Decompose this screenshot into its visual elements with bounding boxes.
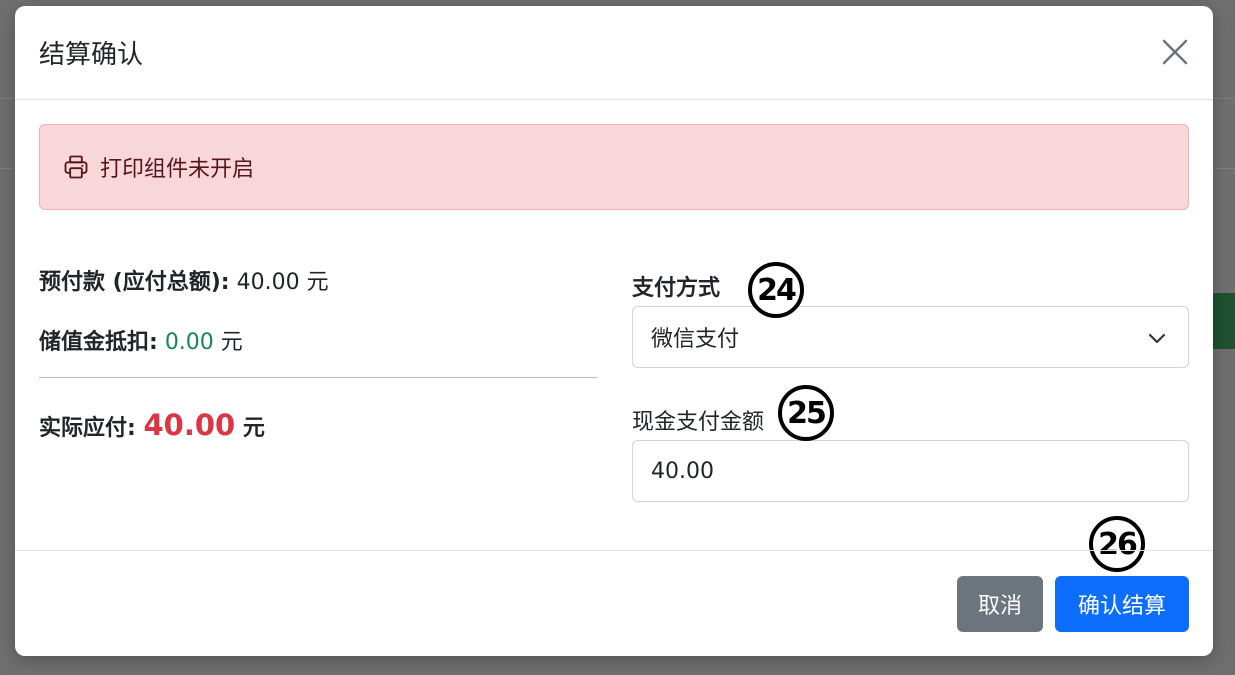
confirm-settlement-button[interactable]: 确认结算 — [1055, 576, 1189, 632]
payment-method-value: 微信支付 — [651, 327, 740, 352]
stored-unit: 元 — [220, 330, 243, 355]
actual-unit: 元 — [242, 416, 265, 441]
settlement-modal: 结算确认 打印组件未开启 预付款 (应付总额): 40.00 元 储值金抵扣: — [15, 6, 1213, 656]
print-warning-alert: 打印组件未开启 — [39, 124, 1189, 210]
actual-amount: 40.00 — [143, 408, 236, 442]
prepaid-line: 预付款 (应付总额): 40.00 元 — [39, 264, 329, 296]
cash-amount-input[interactable] — [632, 440, 1189, 502]
prepaid-unit: 元 — [306, 270, 329, 295]
payment-method-label: 支付方式 — [632, 276, 721, 301]
cancel-button[interactable]: 取消 — [957, 576, 1043, 632]
payment-method-select[interactable]: 微信支付 — [632, 306, 1189, 368]
modal-title: 结算确认 — [39, 40, 144, 70]
prepaid-value: 40.00 — [236, 270, 300, 295]
modal-header: 结算确认 — [15, 6, 1213, 100]
modal-footer: 取消 确认结算 — [15, 550, 1213, 656]
alert-text: 打印组件未开启 — [100, 157, 255, 182]
printer-icon — [62, 153, 90, 181]
backdrop-green-button — [1213, 293, 1235, 349]
stored-value-line: 储值金抵扣: 0.00 元 — [39, 324, 243, 356]
actual-payable-line: 实际应付: 40.00 元 — [39, 408, 265, 442]
stored-value: 0.00 — [164, 330, 214, 355]
annotation-marker-24: 24 — [748, 262, 804, 318]
close-icon[interactable] — [1159, 36, 1191, 68]
summary-divider — [39, 377, 597, 378]
chevron-down-icon — [1146, 327, 1168, 349]
cash-amount-label: 现金支付金额 — [632, 410, 765, 435]
prepaid-label: 预付款 (应付总额): — [39, 270, 230, 295]
annotation-marker-25: 25 — [778, 385, 834, 441]
stored-label: 储值金抵扣: — [39, 330, 158, 355]
actual-label: 实际应付: — [39, 416, 136, 441]
